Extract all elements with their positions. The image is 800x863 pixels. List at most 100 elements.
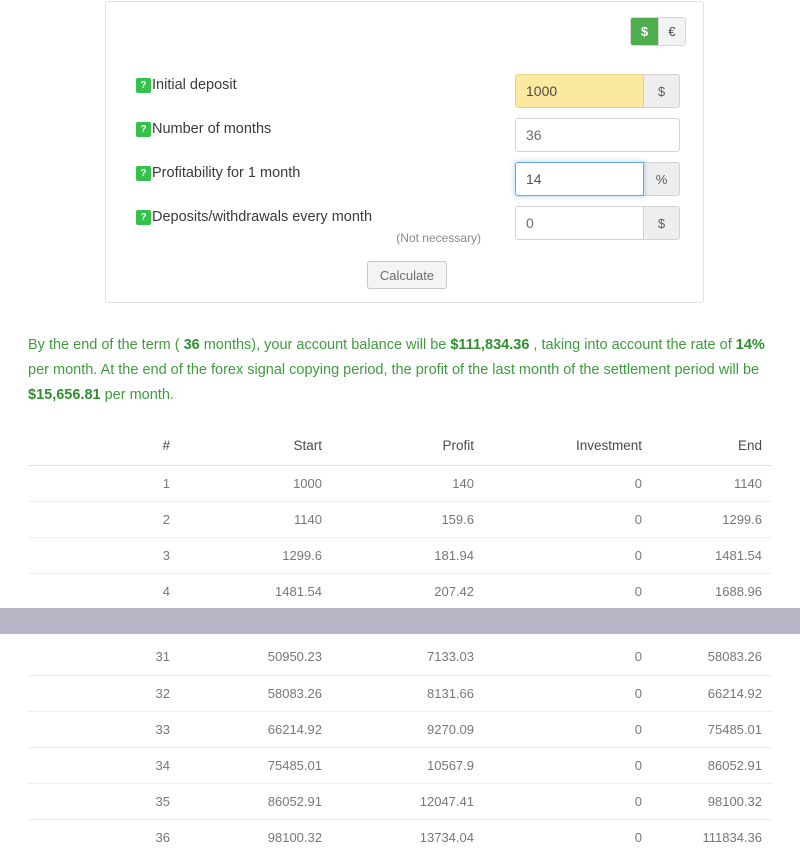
result-months: 36 <box>183 337 200 353</box>
cell-start: 1000 <box>180 465 332 502</box>
cell-start: 50950.23 <box>180 639 332 676</box>
input-group-initial-deposit: $ <box>515 74 680 108</box>
cell-investment: 0 <box>484 711 652 748</box>
cell-investment: 0 <box>484 675 652 712</box>
cell-end: 1140 <box>652 465 772 502</box>
cell-number: 3 <box>28 537 180 574</box>
currency-addon-dollar: $ <box>644 206 680 240</box>
currency-toggle[interactable]: $ € <box>630 17 686 46</box>
cell-profit: 207.42 <box>332 573 484 610</box>
form-row-profitability: ? Profitability for 1 month % <box>106 162 703 200</box>
table-row: 4 1481.54 207.42 0 1688.96 <box>28 573 772 610</box>
cell-investment: 0 <box>484 537 652 574</box>
table-row: 2 1140 159.6 0 1299.6 <box>28 501 772 538</box>
form-row-deposits-withdrawals: ? Deposits/withdrawals every month (Not … <box>106 206 703 245</box>
cell-start: 86052.91 <box>180 783 332 820</box>
cell-investment: 0 <box>484 465 652 502</box>
projection-table-top: # Start Profit Investment End 1 1000 140… <box>28 430 772 610</box>
cell-number: 36 <box>155 829 170 845</box>
calculate-button[interactable]: Calculate <box>367 261 447 289</box>
input-group-profitability: % <box>515 162 680 196</box>
cell-profit: 140 <box>332 465 484 502</box>
cell-profit: 9270.09 <box>332 711 484 748</box>
cell-start: 1299.6 <box>180 537 332 574</box>
cell-number: 2 <box>28 501 180 538</box>
result-part-2: months), your account balance will be <box>199 337 451 353</box>
table-row: 33 66214.92 9270.09 0 75485.01 <box>28 711 772 748</box>
cell-end: 111834.36 <box>702 829 762 845</box>
deposits-withdrawals-input[interactable] <box>515 206 644 240</box>
form-row-initial-deposit: ? Initial deposit $ <box>106 74 703 112</box>
cell-number: 4 <box>28 573 180 610</box>
help-icon[interactable]: ? <box>136 166 151 181</box>
initial-deposit-input[interactable] <box>515 74 644 108</box>
label-text: Profitability for 1 month <box>152 165 301 181</box>
cell-profit: 10567.9 <box>332 747 484 784</box>
label-number-of-months: ? Number of months <box>136 120 271 142</box>
result-part-1: By the end of the term ( <box>28 337 184 353</box>
table-header-row: # Start Profit Investment End <box>28 430 772 466</box>
column-header-investment: Investment <box>484 430 652 466</box>
cell-end: 75485.01 <box>652 711 772 748</box>
cell-start: 1481.54 <box>180 573 332 610</box>
cell-profit: 7133.03 <box>332 639 484 676</box>
column-header-profit: Profit <box>332 430 484 466</box>
column-header-number: # <box>28 430 180 466</box>
currency-addon-dollar: $ <box>644 74 680 108</box>
currency-button-euro[interactable]: € <box>658 18 685 45</box>
result-part-3: , taking into account the rate of <box>529 337 736 353</box>
cell-start: 75485.01 <box>180 747 332 784</box>
percent-addon: % <box>644 162 680 196</box>
help-icon[interactable]: ? <box>136 210 151 225</box>
column-header-end: End <box>652 430 772 466</box>
table-row: 31 50950.23 7133.03 0 58083.26 <box>28 639 772 676</box>
cell-start: 1140 <box>180 501 332 538</box>
cell-profit: 159.6 <box>332 501 484 538</box>
form-row-number-of-months: ? Number of months <box>106 118 703 156</box>
result-balance: $111,834.36 <box>450 337 530 353</box>
cell-number: 34 <box>28 747 180 784</box>
cell-number: 1 <box>28 465 180 502</box>
cell-profit: 13734.04 <box>419 829 474 845</box>
result-part-4: per month. At the end of the forex signa… <box>28 362 760 378</box>
label-text: Initial deposit <box>152 77 237 93</box>
help-icon[interactable]: ? <box>136 122 151 137</box>
result-summary: By the end of the term ( 36 months), you… <box>28 333 780 408</box>
table-row: 36 98100.32 13734.04 0 111834.36 <box>28 819 772 855</box>
cell-number: 32 <box>28 675 180 712</box>
cell-end: 1299.6 <box>652 501 772 538</box>
cell-start: 58083.26 <box>180 675 332 712</box>
cell-end: 1688.96 <box>652 573 772 610</box>
label-initial-deposit: ? Initial deposit <box>136 76 237 98</box>
input-group-number-of-months <box>515 118 680 152</box>
cell-profit: 181.94 <box>332 537 484 574</box>
label-deposits-withdrawals: ? Deposits/withdrawals every month <box>136 208 372 230</box>
table-truncation-band <box>0 608 800 634</box>
cell-number: 31 <box>28 639 180 676</box>
sub-label-not-necessary: (Not necessary) <box>396 231 481 245</box>
cell-investment: 0 <box>634 829 642 845</box>
help-icon[interactable]: ? <box>136 78 151 93</box>
number-of-months-input[interactable] <box>515 118 680 152</box>
calculator-card: $ € ? Initial deposit $ ? Number of mont… <box>105 1 704 303</box>
cell-start: 66214.92 <box>180 711 332 748</box>
cell-investment: 0 <box>484 783 652 820</box>
cell-end: 66214.92 <box>652 675 772 712</box>
label-text: Number of months <box>152 121 272 137</box>
result-part-5: per month. <box>100 387 174 403</box>
currency-button-dollar[interactable]: $ <box>631 18 658 45</box>
cell-end: 1481.54 <box>652 537 772 574</box>
cell-investment: 0 <box>484 501 652 538</box>
cell-end: 98100.32 <box>652 783 772 820</box>
cell-end: 58083.26 <box>652 639 772 676</box>
cell-end: 86052.91 <box>652 747 772 784</box>
table-row: 32 58083.26 8131.66 0 66214.92 <box>28 675 772 712</box>
label-profitability: ? Profitability for 1 month <box>136 164 300 186</box>
cell-investment: 0 <box>484 573 652 610</box>
profitability-input[interactable] <box>515 162 644 196</box>
cell-number: 33 <box>28 711 180 748</box>
table-row: 35 86052.91 12047.41 0 98100.32 <box>28 783 772 820</box>
cell-investment: 0 <box>484 639 652 676</box>
table-row: 34 75485.01 10567.9 0 86052.91 <box>28 747 772 784</box>
projection-table-bottom: 31 50950.23 7133.03 0 58083.26 32 58083.… <box>28 639 772 855</box>
